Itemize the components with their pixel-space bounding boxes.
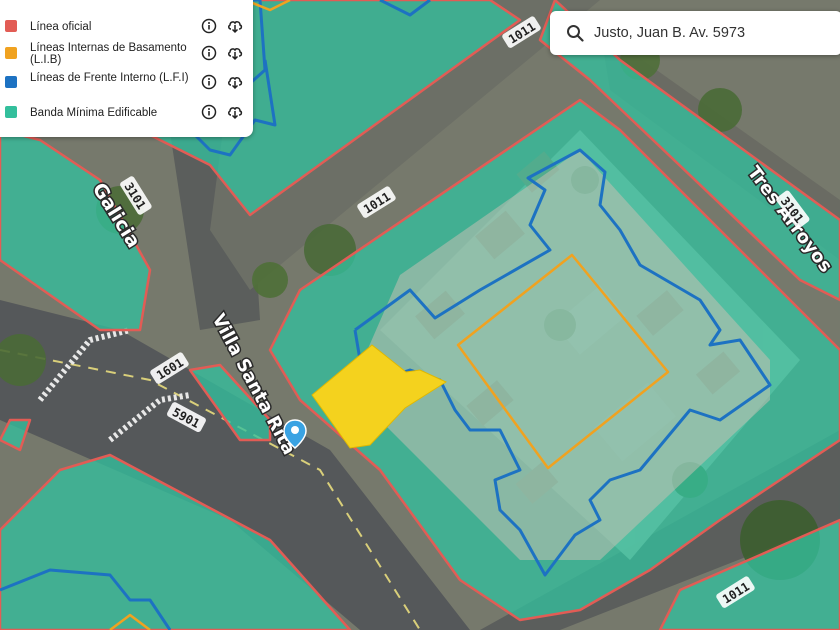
legend-item-lib: Líneas Internas de Basamento (L.I.B) — [0, 38, 253, 68]
layers-legend: Línea oficial Líneas Internas de Basamen… — [0, 0, 253, 137]
search-input[interactable] — [594, 20, 824, 46]
search-icon[interactable] — [566, 24, 584, 42]
legend-item-banda: Banda Mínima Edificable — [0, 97, 253, 127]
cloud-download-icon[interactable] — [227, 45, 243, 61]
legend-label-lfi: Líneas de Frente Interno (L.F.I) — [30, 72, 189, 84]
cloud-download-icon[interactable] — [227, 74, 243, 90]
legend-swatch-banda — [5, 106, 17, 118]
info-circle-icon[interactable] — [201, 74, 217, 90]
cloud-download-icon[interactable] — [227, 104, 243, 120]
legend-label-banda: Banda Mínima Edificable — [30, 107, 158, 119]
legend-item-linea-oficial: Línea oficial — [0, 11, 253, 41]
address-search-box[interactable] — [550, 11, 840, 55]
legend-swatch-lfi — [5, 76, 17, 88]
legend-label-lib: Líneas Internas de Basamento (L.I.B) — [30, 42, 187, 66]
cloud-download-icon[interactable] — [227, 18, 243, 34]
info-circle-icon[interactable] — [201, 18, 217, 34]
legend-swatch-lib — [5, 47, 17, 59]
legend-item-lfi: Líneas de Frente Interno (L.F.I) — [0, 67, 253, 97]
info-circle-icon[interactable] — [201, 45, 217, 61]
legend-label-linea-oficial: Línea oficial — [30, 21, 92, 33]
legend-swatch-linea-oficial — [5, 20, 17, 32]
info-circle-icon[interactable] — [201, 104, 217, 120]
